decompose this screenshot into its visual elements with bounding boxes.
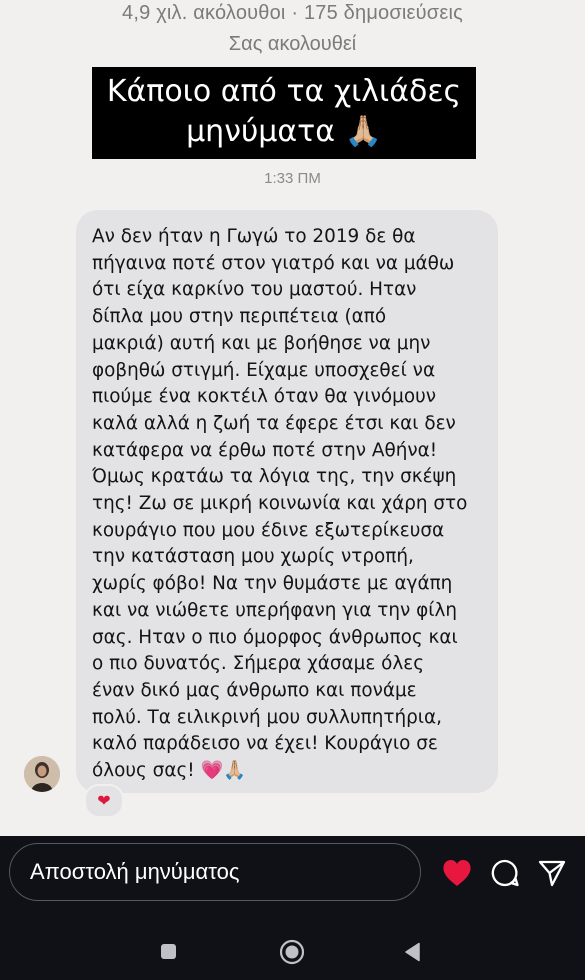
triangle-back-icon bbox=[405, 942, 420, 962]
send-button[interactable] bbox=[537, 858, 567, 888]
banner-line-1: Κάποιο από τα χιλιάδες bbox=[106, 74, 462, 109]
circle-home-icon bbox=[279, 939, 305, 965]
message-timestamp: 1:33 ΠΜ bbox=[264, 170, 321, 187]
system-nav-bar bbox=[0, 905, 585, 980]
sender-avatar[interactable] bbox=[24, 756, 60, 792]
banner-line-2: μηνύματα 🙏🏼 bbox=[186, 114, 382, 149]
message-text: Αν δεν ήταν η Γωγώ το 2019 δε θα πήγαινα… bbox=[92, 226, 468, 782]
heart-button[interactable] bbox=[441, 858, 473, 888]
square-recents-icon bbox=[161, 944, 176, 959]
paper-plane-icon bbox=[538, 860, 566, 887]
message-bubble[interactable]: Αν δεν ήταν η Γωγώ το 2019 δε θα πήγαινα… bbox=[76, 210, 498, 793]
message-input[interactable] bbox=[9, 843, 421, 901]
back-nav-button[interactable] bbox=[402, 940, 424, 964]
caption-banner: Κάποιο από τα χιλιάδες μηνύματα 🙏🏼 bbox=[92, 67, 476, 159]
avatar-image bbox=[24, 756, 60, 792]
reply-button[interactable] bbox=[490, 858, 520, 888]
speech-bubble-icon bbox=[491, 859, 519, 887]
reaction-badge[interactable]: ❤ bbox=[84, 784, 124, 818]
recents-nav-button[interactable] bbox=[158, 941, 180, 963]
heart-icon bbox=[443, 860, 471, 886]
profile-stats: 4,9 χιλ. ακόλουθοι · 175 δημοσιεύσεις bbox=[122, 2, 463, 24]
follows-you-label: Σας ακολουθεί bbox=[228, 33, 357, 55]
home-nav-button[interactable] bbox=[278, 938, 306, 966]
